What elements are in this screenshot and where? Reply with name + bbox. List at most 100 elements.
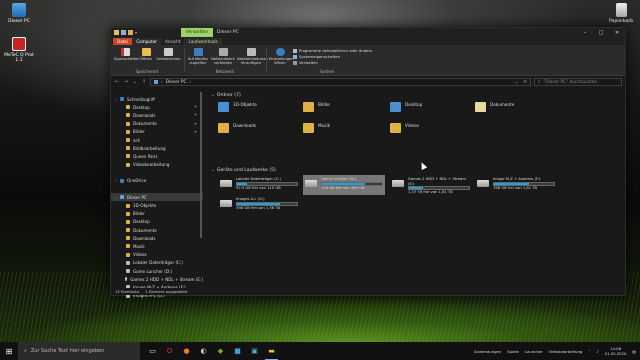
drive-info: Images A-L (G:) 398 GB frei von 1,36 TB xyxy=(236,197,298,210)
properties-button[interactable]: Eigenschaften xyxy=(114,48,139,61)
folder-tile[interactable]: Videos xyxy=(390,123,419,133)
uninstall-programs-button[interactable]: Programme deinstallieren oder ändern xyxy=(293,48,372,53)
task-view-icon[interactable]: ▭ xyxy=(146,342,159,360)
recent-chevron-icon[interactable]: ⌄ xyxy=(132,79,138,85)
context-tab-manage[interactable]: Verwalten xyxy=(181,28,213,37)
folders-section-header[interactable]: ⌄ Ordner (7) xyxy=(211,93,241,98)
tab-view[interactable]: Ansicht xyxy=(161,38,184,45)
pin-icon: ✦ xyxy=(194,113,197,118)
toolbar-games[interactable]: Spiele xyxy=(507,349,519,354)
tab-computer[interactable]: Computer xyxy=(132,38,162,45)
toolbar-video-editing[interactable]: Videobearbeitung xyxy=(549,349,583,354)
folder-tile[interactable]: Dokumente xyxy=(475,102,514,112)
app-icon xyxy=(12,37,26,51)
sidebar-item[interactable]: Dokumente ✦ xyxy=(111,120,203,128)
maximize-button[interactable]: □ xyxy=(593,28,609,37)
refresh-icon[interactable]: ⟳ xyxy=(523,80,530,85)
drive-tile[interactable]: Games 2 HDD + NDL + Stream (E:) 1,37 TB f… xyxy=(390,175,472,195)
folder-tile[interactable]: 3D-Objekte xyxy=(218,102,257,112)
search-input[interactable]: ⌕ "Dieser PC" durchsuchen xyxy=(534,78,622,86)
dropdown-chevron-icon[interactable]: ⌄ xyxy=(515,80,521,85)
open-button[interactable]: Öffnen xyxy=(138,48,154,61)
sidebar-item[interactable]: › Schnellzugriff xyxy=(111,95,203,103)
sidebar-item[interactable]: Musik xyxy=(111,242,203,250)
tray-chevron-icon[interactable]: ˄ xyxy=(588,349,590,354)
breadcrumb-chevron-icon[interactable]: › xyxy=(161,80,163,85)
ribbon: Eigenschaften Öffnen Umbenennen Speicher… xyxy=(111,45,625,76)
folder-icon xyxy=(126,252,130,257)
steam-icon[interactable]: ◐ xyxy=(197,342,210,360)
folder-tile[interactable]: Desktop xyxy=(390,102,422,112)
sidebar-item[interactable]: Queen Paris xyxy=(111,152,203,160)
tab-file[interactable]: Datei xyxy=(113,38,133,45)
up-arrow-icon[interactable]: ↑ xyxy=(141,79,147,85)
sidebar-item[interactable]: Bilder ✦ xyxy=(111,128,203,136)
notification-icon[interactable]: ▤ xyxy=(632,349,636,354)
sidebar-item[interactable]: Dokumente xyxy=(111,226,203,234)
sidebar-item[interactable]: › Dieser PC xyxy=(111,193,203,202)
drive-tile[interactable]: Lokaler Datenträger (C:) 92,9 GB frei von… xyxy=(218,175,300,195)
folder-icon xyxy=(218,123,229,133)
chevron-down-icon[interactable]: ▾ xyxy=(135,30,140,35)
sidebar-item[interactable]: Videos xyxy=(111,251,203,259)
sidebar-scrollbar[interactable] xyxy=(200,92,202,238)
sidebar-item[interactable]: Games 2 HDD + NDL + Stream (E:) xyxy=(111,275,203,283)
sidebar-item[interactable]: Downloads xyxy=(111,234,203,242)
toolbar-applications[interactable]: Anwendungen xyxy=(474,349,501,354)
sidebar-item[interactable]: ar4 xyxy=(111,136,203,144)
system-properties-button[interactable]: Systemeigenschaften xyxy=(293,54,340,59)
close-button[interactable]: ✕ xyxy=(609,28,625,37)
tab-drive-tools[interactable]: Laufwerktools xyxy=(184,38,222,45)
desktop-icon-app[interactable]: MeTeC Q Prot 1.1 xyxy=(2,37,36,63)
address-bar[interactable]: › Dieser PC › ⌄ ⟳ xyxy=(150,78,531,86)
manage-icon xyxy=(293,60,297,65)
sidebar-item[interactable]: › OneDrive xyxy=(111,177,203,185)
clock[interactable]: 14:08 01.05.2020 xyxy=(605,346,627,356)
sidebar-item[interactable]: Desktop xyxy=(111,218,203,226)
sidebar-item[interactable]: Game Luncher (D:) xyxy=(111,267,203,275)
drives-section-header[interactable]: ⌄ Geräte und Laufwerke (5) xyxy=(211,168,276,173)
expand-chevron-icon[interactable]: › xyxy=(115,97,117,102)
photos-icon[interactable]: ▣ xyxy=(248,342,261,360)
drive-tile[interactable]: Images A-L (G:) 398 GB frei von 1,36 TB xyxy=(218,195,300,215)
access-media-button[interactable]: Auf Medien zugreifen xyxy=(187,48,209,65)
breadcrumb-chevron-icon[interactable]: › xyxy=(189,80,191,85)
folder-tile[interactable]: Bilder xyxy=(303,102,330,112)
back-arrow-icon[interactable]: ← xyxy=(114,79,120,85)
taskbar-search-input[interactable]: ⌕ Zur Suche Text hier eingeben xyxy=(18,342,140,360)
toolbar-launcher[interactable]: Launcher xyxy=(525,349,543,354)
add-network-location-button[interactable]: Netzwerkadresse hinzufügen xyxy=(237,48,268,65)
sidebar-item[interactable]: Bildbearbeitung xyxy=(111,144,203,152)
sidebar-item[interactable]: Desktop ✦ xyxy=(111,103,203,111)
sidebar-item[interactable]: Videobearbeitung xyxy=(111,161,203,169)
desktop-icon-this-pc[interactable]: Dieser PC xyxy=(2,3,36,24)
breadcrumb[interactable]: Dieser PC xyxy=(166,80,187,85)
open-settings-button[interactable]: Einstellungen öffnen xyxy=(269,48,293,65)
map-network-drive-button[interactable]: Netzlaufwerk verbinden xyxy=(211,48,235,65)
drive-tile[interactable]: Image M-Z + Anderes (F:) 788 GB frei von … xyxy=(475,175,557,195)
firefox-icon[interactable]: ● xyxy=(180,342,193,360)
sidebar-item[interactable]: 3D-Objekte xyxy=(111,201,203,209)
manage-button[interactable]: Verwalten xyxy=(293,60,318,65)
desktop-icon-recycle-bin[interactable]: Papierkorb xyxy=(604,3,638,24)
start-button[interactable]: ⊞ xyxy=(0,342,18,360)
app-icon[interactable]: ■ xyxy=(231,342,244,360)
expand-chevron-icon[interactable]: › xyxy=(115,195,117,200)
rename-button[interactable]: Umbenennen xyxy=(156,48,181,61)
expand-chevron-icon[interactable]: › xyxy=(115,178,117,183)
folder-tile[interactable]: Downloads xyxy=(218,123,256,133)
folder-tile[interactable]: Musik xyxy=(303,123,330,133)
sidebar-item[interactable]: Lokaler Datenträger (C:) xyxy=(111,259,203,267)
sidebar-item[interactable]: Downloads ✦ xyxy=(111,111,203,119)
speaker-icon[interactable]: ♪ xyxy=(596,349,598,354)
gear-icon xyxy=(275,48,285,56)
minimize-button[interactable]: – xyxy=(577,28,593,37)
sidebar-item[interactable]: Bilder xyxy=(111,210,203,218)
nvidia-icon[interactable]: ◆ xyxy=(214,342,227,360)
file-explorer-icon[interactable]: ▬ xyxy=(265,342,278,360)
opera-icon[interactable]: O xyxy=(163,342,176,360)
forward-arrow-icon[interactable]: → xyxy=(123,79,129,85)
new-folder-icon[interactable] xyxy=(128,30,133,35)
drive-tile[interactable]: Game Luncher (D:) 133 GB frei von 465 GB xyxy=(303,175,385,195)
properties-icon[interactable] xyxy=(121,30,126,35)
